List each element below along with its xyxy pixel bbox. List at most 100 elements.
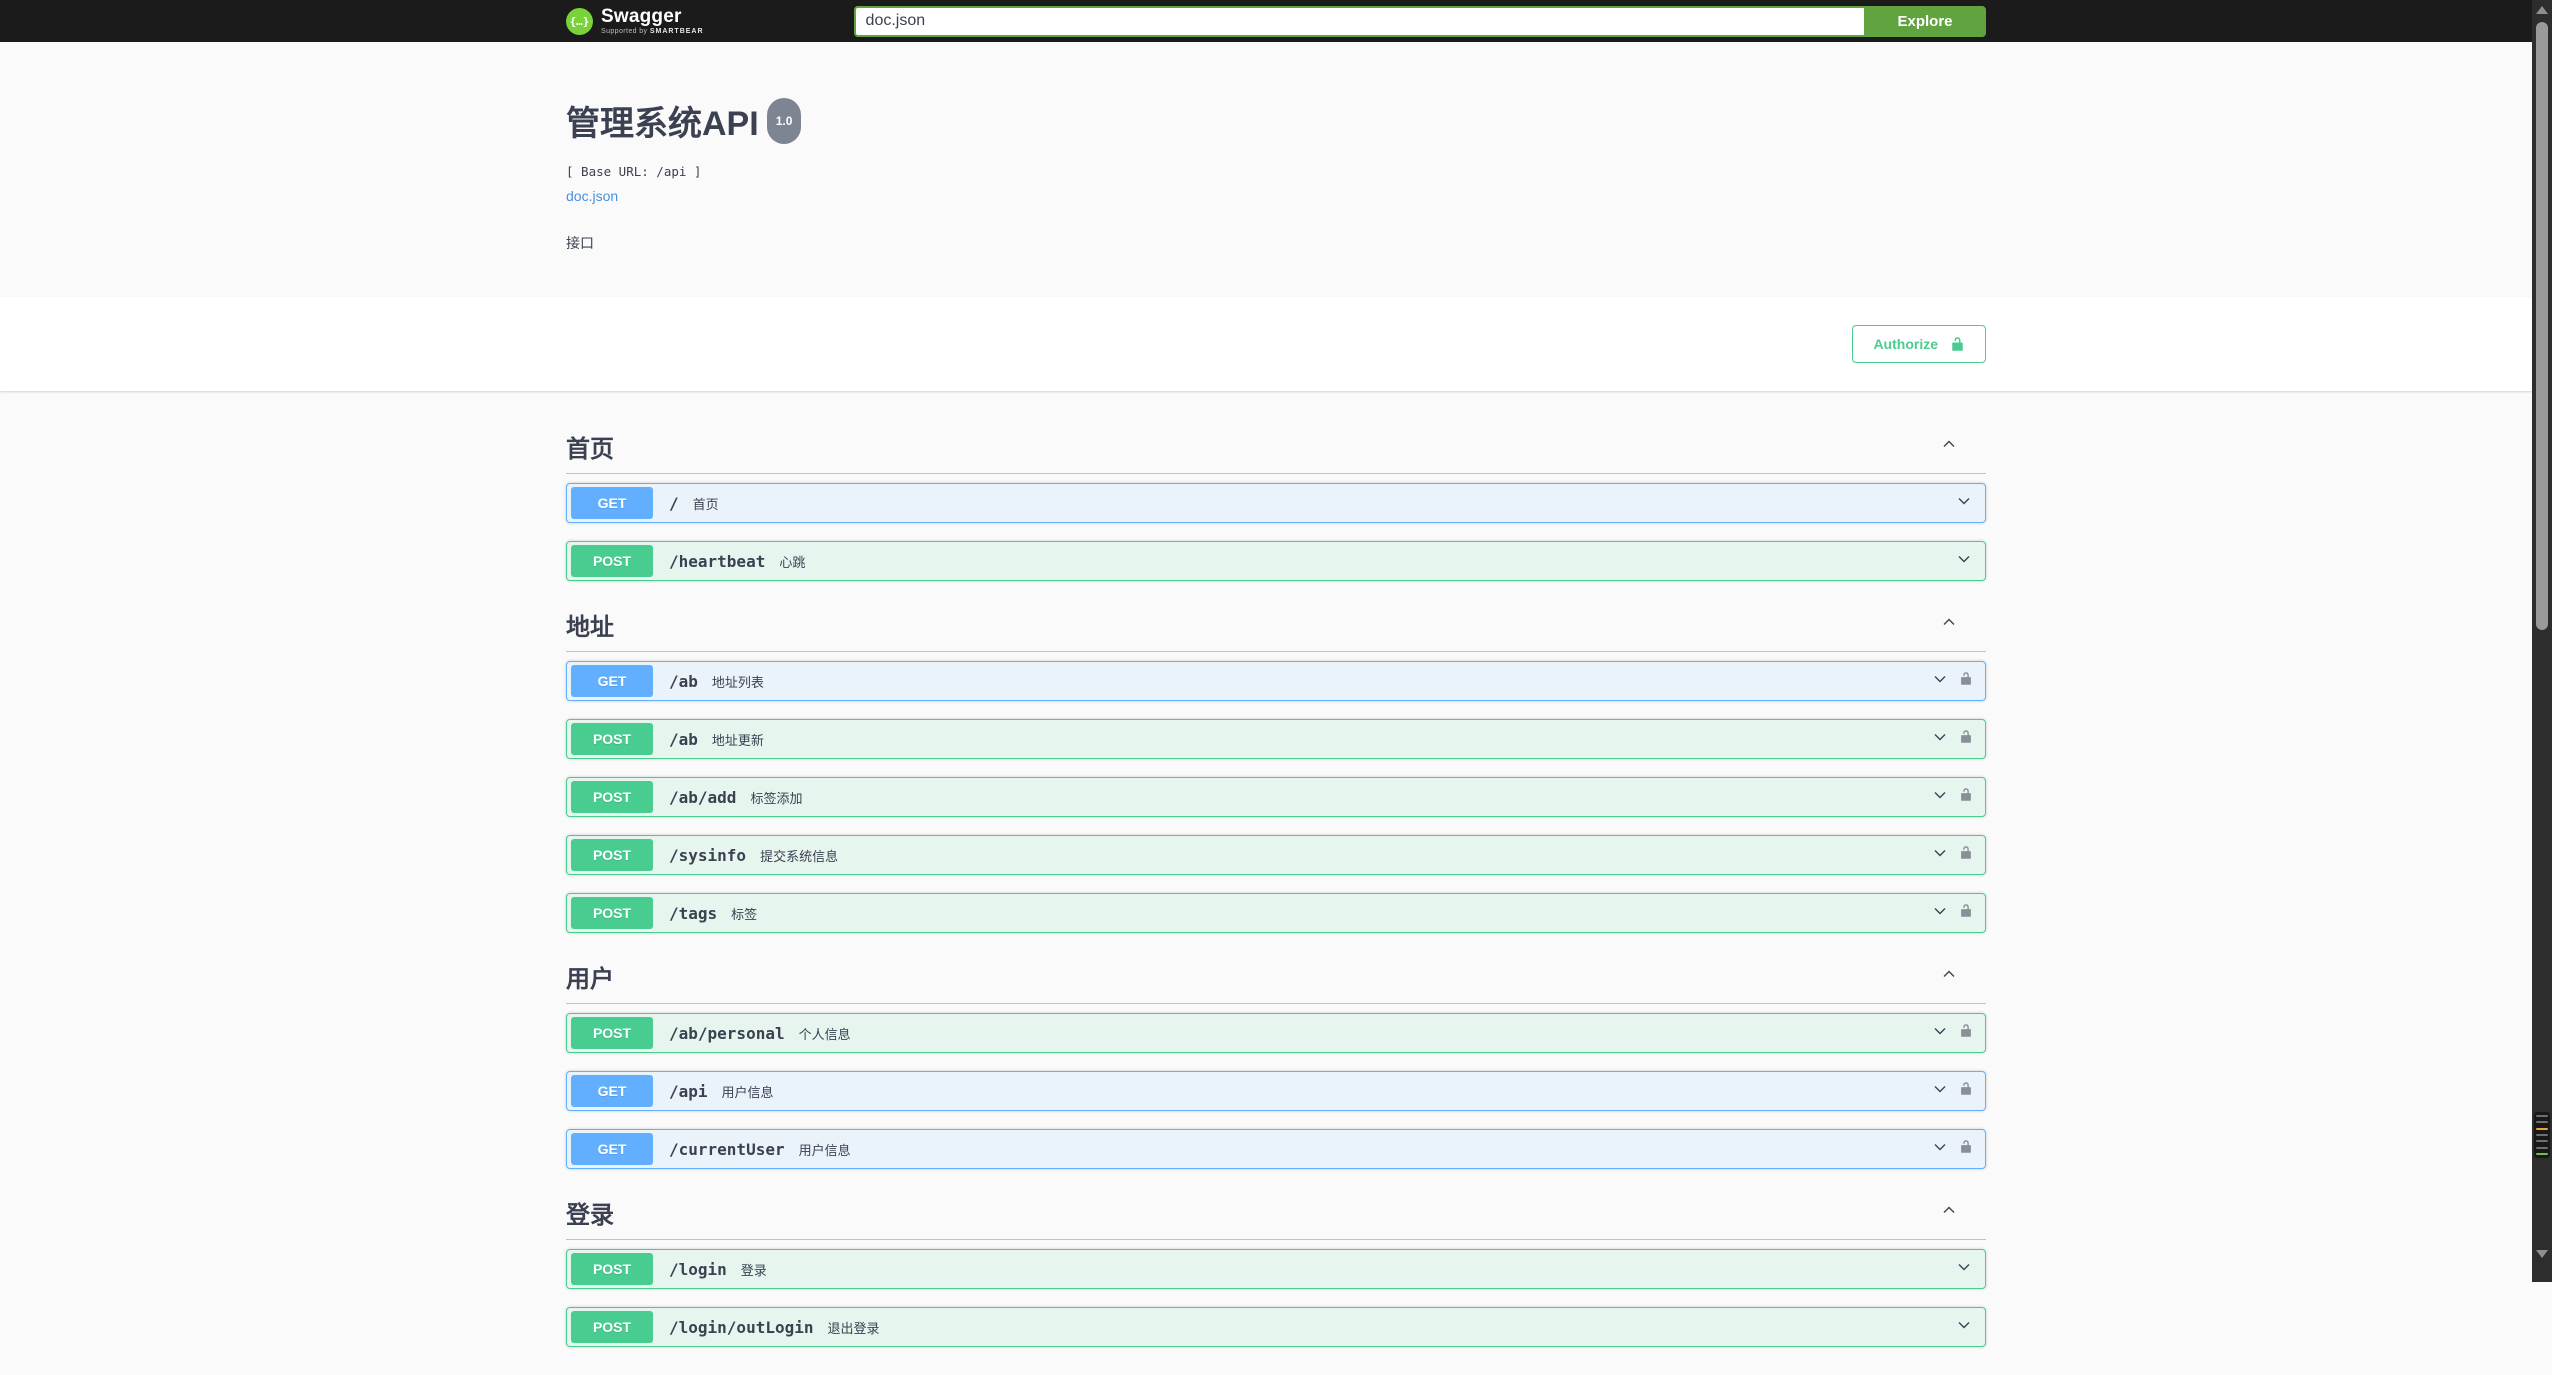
chevron-up-icon[interactable]: [1940, 1201, 1958, 1224]
operation-row[interactable]: GET /ab 地址列表: [566, 661, 1986, 701]
operation-summary: 首页: [692, 496, 719, 512]
chevron-down-icon[interactable]: [1955, 492, 1973, 515]
spec-link[interactable]: doc.json: [566, 188, 618, 204]
operations-root: 首页 GET / 首页 POST /heartbeat 心跳 地址 GET /a…: [546, 391, 2006, 1375]
operation-row[interactable]: POST /login 登录: [566, 1249, 1986, 1289]
lock-icon[interactable]: [1959, 786, 1973, 808]
chevron-down-icon[interactable]: [1931, 786, 1949, 809]
section-operations: GET / 首页 POST /heartbeat 心跳: [566, 483, 1986, 581]
opblock-tag-section: 用户 POST /ab/personal 个人信息 GET /api 用户信息: [566, 951, 1986, 1169]
method-badge: POST: [571, 1311, 653, 1343]
chevron-down-icon[interactable]: [1955, 1258, 1973, 1281]
opblock-tag-section: 登录 POST /login 登录 POST /login/outLogin 退…: [566, 1187, 1986, 1347]
operation-summary: 用户信息: [721, 1084, 774, 1100]
method-badge: POST: [571, 545, 653, 577]
opblock-tag-section: 地址 GET /ab 地址列表 POST /ab 地址更新 POST /ab/a…: [566, 599, 1986, 933]
chevron-down-icon[interactable]: [1931, 1138, 1949, 1161]
method-badge: GET: [571, 1075, 653, 1107]
section-header[interactable]: 首页: [566, 421, 1986, 474]
chevron-down-icon[interactable]: [1955, 1316, 1973, 1339]
operation-row[interactable]: POST /login/outLogin 退出登录: [566, 1307, 1986, 1347]
operation-summary: 登录: [740, 1262, 767, 1278]
operation-path: /ab/personal: [669, 1023, 785, 1043]
chevron-up-icon[interactable]: [1940, 435, 1958, 458]
section-header[interactable]: 用户: [566, 951, 1986, 1004]
lock-icon[interactable]: [1959, 902, 1973, 924]
operation-row[interactable]: GET /currentUser 用户信息: [566, 1129, 1986, 1169]
lock-icon[interactable]: [1959, 1080, 1973, 1102]
lock-icon[interactable]: [1959, 1138, 1973, 1160]
operation-summary: 地址列表: [711, 674, 764, 690]
section-header[interactable]: 地址: [566, 599, 1986, 652]
chevron-down-icon[interactable]: [1931, 670, 1949, 693]
operation-row[interactable]: GET /api 用户信息: [566, 1071, 1986, 1111]
method-badge: GET: [571, 1133, 653, 1165]
section-title: 登录: [566, 1202, 614, 1229]
lock-icon[interactable]: [1959, 1022, 1973, 1044]
operation-path: /tags: [669, 903, 718, 923]
swagger-logo-icon: {…}: [566, 7, 593, 35]
brand-subtitle: Supported by SMARTBEAR: [601, 28, 704, 35]
spec-url-input[interactable]: [853, 5, 1864, 37]
explore-button[interactable]: Explore: [1864, 5, 1986, 37]
swagger-logo[interactable]: {…} Swagger Supported by SMARTBEAR: [566, 7, 704, 35]
authorize-label: Authorize: [1873, 336, 1938, 352]
scroll-down-button[interactable]: [2536, 1250, 2548, 1258]
opblock-tag-section: 首页 GET / 首页 POST /heartbeat 心跳: [566, 421, 1986, 581]
scrollbar-thumb[interactable]: [2536, 22, 2548, 630]
section-title: 用户: [566, 966, 614, 993]
chevron-down-icon[interactable]: [1931, 902, 1949, 925]
method-badge: GET: [571, 487, 653, 519]
unlock-icon: [1950, 335, 1965, 353]
lock-icon[interactable]: [1959, 844, 1973, 866]
authorize-button[interactable]: Authorize: [1852, 325, 1986, 363]
section-title: 地址: [566, 614, 614, 641]
method-badge: POST: [571, 839, 653, 871]
operation-row[interactable]: POST /ab 地址更新: [566, 719, 1986, 759]
chevron-down-icon[interactable]: [1955, 550, 1973, 573]
scrollbar[interactable]: [2532, 0, 2552, 1282]
method-badge: POST: [571, 781, 653, 813]
operation-summary: 标签: [731, 906, 758, 922]
operation-summary: 用户信息: [798, 1142, 851, 1158]
chevron-down-icon[interactable]: [1931, 1080, 1949, 1103]
lock-icon[interactable]: [1959, 728, 1973, 750]
chevron-up-icon[interactable]: [1940, 613, 1958, 636]
operation-path: /ab/add: [669, 787, 737, 807]
scroll-up-button[interactable]: [2536, 6, 2548, 14]
operation-row[interactable]: POST /tags 标签: [566, 893, 1986, 933]
api-description: 接口: [566, 235, 594, 251]
topbar: {…} Swagger Supported by SMARTBEAR Explo…: [0, 0, 2552, 42]
section-title: 首页: [566, 436, 614, 463]
chevron-down-icon[interactable]: [1931, 844, 1949, 867]
method-badge: GET: [571, 665, 653, 697]
operation-row[interactable]: POST /ab/add 标签添加: [566, 777, 1986, 817]
chevron-up-icon[interactable]: [1940, 965, 1958, 988]
method-badge: POST: [571, 723, 653, 755]
operation-summary: 标签添加: [750, 790, 803, 806]
spec-url-form: Explore: [853, 5, 1986, 37]
operation-path: /ab: [669, 729, 698, 749]
chevron-down-icon[interactable]: [1931, 1022, 1949, 1045]
operation-summary: 地址更新: [711, 732, 764, 748]
page-title: 管理系统API 1.0: [566, 98, 1986, 150]
version-badge: 1.0: [766, 98, 802, 144]
operation-summary: 提交系统信息: [760, 848, 839, 864]
operation-row[interactable]: GET / 首页: [566, 483, 1986, 523]
method-badge: POST: [571, 897, 653, 929]
brand-name: Swagger: [601, 6, 682, 27]
method-badge: POST: [571, 1017, 653, 1049]
operation-row[interactable]: POST /heartbeat 心跳: [566, 541, 1986, 581]
operation-row[interactable]: POST /ab/personal 个人信息: [566, 1013, 1986, 1053]
base-url: [ Base URL: /api ]: [566, 164, 702, 179]
operation-row[interactable]: POST /sysinfo 提交系统信息: [566, 835, 1986, 875]
section-header[interactable]: 登录: [566, 1187, 1986, 1240]
lock-icon[interactable]: [1959, 670, 1973, 692]
operation-path: /: [669, 493, 679, 513]
operation-summary: 退出登录: [827, 1320, 880, 1336]
operation-path: /login/outLogin: [669, 1317, 814, 1337]
operation-path: /ab: [669, 671, 698, 691]
operation-path: /currentUser: [669, 1139, 785, 1159]
chevron-down-icon[interactable]: [1931, 728, 1949, 751]
method-badge: POST: [571, 1253, 653, 1285]
